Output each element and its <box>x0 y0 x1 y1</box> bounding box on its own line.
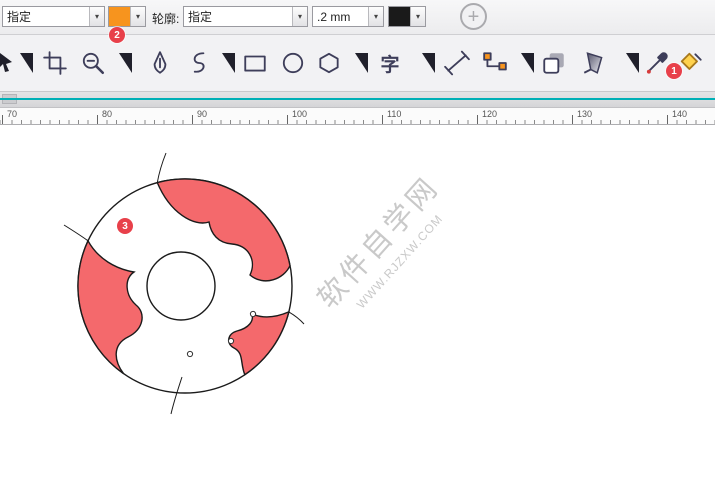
outline-style-value: 指定 <box>184 8 292 25</box>
crop-tool[interactable] <box>39 44 71 82</box>
outline-color-picker[interactable]: ▾ <box>388 6 426 27</box>
text-tool-icon: 字 <box>380 50 399 77</box>
connector-icon <box>482 50 508 76</box>
step-badge-2: 2 <box>109 27 125 43</box>
ruler-label: 100 <box>292 109 307 119</box>
polygon-tool[interactable] <box>313 44 345 82</box>
flyout-triangle-icon <box>20 53 33 73</box>
pick-arrow-icon <box>0 51 16 75</box>
horizontal-guideline[interactable] <box>0 98 715 100</box>
outline-width-combo[interactable]: .2 mm ▾ <box>312 6 384 27</box>
curve-node[interactable] <box>187 351 192 356</box>
rectangle-icon <box>242 50 268 76</box>
ruler-label: 70 <box>7 109 17 119</box>
property-bar: 指定 ▾ ▾ 轮廓: 指定 ▾ .2 mm ▾ ▾ + <box>0 0 715 35</box>
zoom-tool[interactable] <box>77 44 109 82</box>
ruler-label: 120 <box>482 109 497 119</box>
drawing-canvas[interactable]: 软件自学网 WWW.RJZXW.COM 3 <box>0 125 715 487</box>
drop-shadow-icon <box>541 50 567 76</box>
chevron-down-icon[interactable]: ▾ <box>89 7 104 26</box>
ruler-label: 130 <box>577 109 592 119</box>
dimension-tool[interactable] <box>441 44 473 82</box>
flyout-triangle-icon <box>422 53 435 73</box>
flyout-triangle-icon <box>626 53 639 73</box>
flyout-triangle-icon <box>355 53 368 73</box>
flyout-triangle-icon <box>222 53 235 73</box>
ruler-label: 80 <box>102 109 112 119</box>
scroll-strip[interactable] <box>0 92 715 108</box>
step-badge-1: 1 <box>666 63 682 79</box>
horizontal-ruler: 70 80 90 100 110 120 130 140 <box>0 108 715 125</box>
construction-curve-top[interactable] <box>157 153 166 183</box>
text-tool[interactable]: 字 <box>374 44 406 82</box>
rectangle-tool[interactable] <box>239 44 271 82</box>
flyout-triangle-icon <box>521 53 534 73</box>
pen-nib-icon <box>147 50 173 76</box>
fill-style-combo[interactable]: 指定 ▾ <box>2 6 105 27</box>
outline-label: 轮廓: <box>152 10 179 27</box>
polygon-icon <box>316 50 342 76</box>
bspline-tool[interactable] <box>182 44 214 82</box>
chevron-down-icon[interactable]: ▾ <box>410 7 425 26</box>
chevron-down-icon[interactable]: ▾ <box>130 7 145 26</box>
curve-icon <box>185 50 211 76</box>
inner-circle-shape[interactable] <box>147 252 215 320</box>
outline-style-combo[interactable]: 指定 ▾ <box>183 6 308 27</box>
transparency-icon <box>581 50 607 76</box>
construction-curve-right[interactable] <box>289 312 304 324</box>
ellipse-tool[interactable] <box>277 44 309 82</box>
step-badge-3: 3 <box>117 218 133 234</box>
ellipse-icon <box>280 50 306 76</box>
fill-color-swatch[interactable] <box>109 7 130 26</box>
ruler-label: 110 <box>387 109 401 119</box>
construction-curve-left[interactable] <box>64 225 88 241</box>
flyout-triangle-icon <box>119 53 132 73</box>
chevron-down-icon[interactable]: ▾ <box>368 7 383 26</box>
dimension-icon <box>444 50 470 76</box>
transparency-tool[interactable] <box>578 44 610 82</box>
magnifier-icon <box>80 50 106 76</box>
chevron-down-icon[interactable]: ▾ <box>292 7 307 26</box>
outline-width-value: .2 mm <box>313 10 368 24</box>
crop-icon <box>42 50 68 76</box>
connector-tool[interactable] <box>479 44 511 82</box>
add-preset-button[interactable]: + <box>460 3 487 30</box>
toolbox: 字 <box>0 35 715 92</box>
curve-node[interactable] <box>228 338 233 343</box>
pen-tool[interactable] <box>144 44 176 82</box>
outline-color-swatch[interactable] <box>389 7 410 26</box>
ruler-label: 140 <box>672 109 687 119</box>
artwork <box>0 125 715 487</box>
pick-tool-partial[interactable] <box>0 44 16 82</box>
curve-node[interactable] <box>250 311 255 316</box>
fill-style-value: 指定 <box>3 8 89 25</box>
ruler-label: 90 <box>197 109 207 119</box>
fill-color-picker[interactable]: ▾ <box>108 6 146 27</box>
drop-shadow-tool[interactable] <box>538 44 570 82</box>
